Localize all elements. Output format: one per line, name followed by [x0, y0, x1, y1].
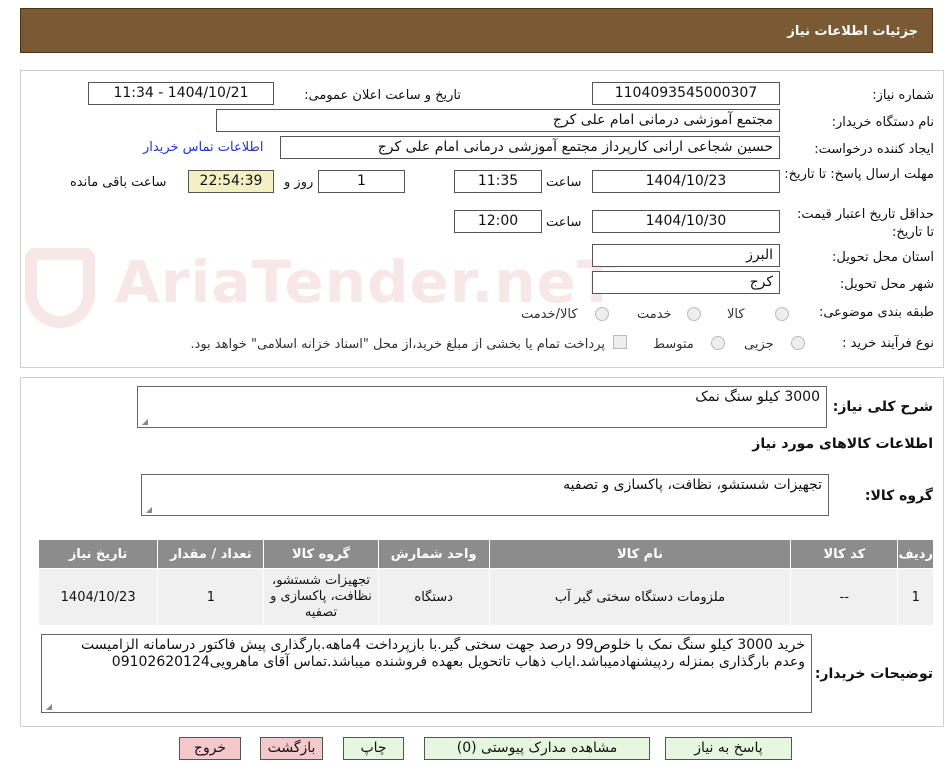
category-goods-label: کالا	[727, 307, 745, 322]
view-attachments-button[interactable]: مشاهده مدارک پیوستی (0)	[424, 737, 650, 760]
creator-field: حسین شجاعی ارانی کارپرداز مجتمع آموزشی د…	[280, 136, 780, 159]
category-service-label: خدمت	[637, 307, 672, 322]
process-medium-radio[interactable]	[711, 336, 725, 350]
treasury-checkbox[interactable]	[613, 335, 627, 349]
page-title: جزئیات اطلاعات نیاز	[787, 24, 918, 39]
process-minor-label: جزیی	[744, 337, 774, 352]
goods-info-title: اطلاعات کالاهای مورد نیاز	[752, 436, 933, 452]
deadline-time-label: ساعت	[546, 175, 582, 190]
watermark-shield-icon	[25, 248, 95, 328]
col-name: نام کالا	[488, 539, 792, 569]
category-goods-radio[interactable]	[775, 307, 789, 321]
goods-group-text: تجهیزات شستشو، نظافت، پاکسازی و تصفیه	[563, 477, 822, 493]
page-header: جزئیات اطلاعات نیاز	[20, 8, 933, 53]
goods-group-textarea[interactable]: تجهیزات شستشو، نظافت، پاکسازی و تصفیه ◢	[141, 474, 829, 516]
goods-table: ردیف کد کالا نام کالا واحد شمارش گروه کا…	[37, 539, 934, 626]
deadline-days-label: روز و	[284, 175, 314, 190]
cell-name: ملزومات دستگاه سختی گیر آب	[488, 568, 792, 626]
deadline-date-field: 1404/10/23	[592, 170, 780, 193]
col-code: کد کالا	[790, 539, 899, 569]
col-row: ردیف	[897, 539, 934, 569]
buyer-contact-link[interactable]: اطلاعات تماس خریدار	[143, 140, 263, 155]
treasury-note: پرداخت تمام یا بخشی از مبلغ خرید،از محل …	[190, 337, 605, 352]
cell-qty: 1	[157, 568, 265, 626]
category-label: طبقه بندی موضوعی:	[818, 305, 934, 320]
cell-group: تجهیزات شستشو، نظافت، پاکسازی و تصفیه	[263, 568, 379, 626]
creator-label: ایجاد کننده درخواست:	[814, 142, 934, 157]
buyer-field: مجتمع آموزشی درمانی امام علی کرج	[216, 109, 780, 132]
validity-label: حداقل تاریخ اعتبار قیمت: تا تاریخ:	[796, 207, 934, 240]
col-group: گروه کالا	[263, 539, 379, 569]
resize-grip-icon[interactable]: ◢	[140, 418, 148, 426]
need-number-field: 1104093545000307	[592, 82, 780, 105]
cell-row: 1	[897, 568, 934, 626]
resize-grip-icon[interactable]: ◢	[44, 703, 52, 711]
validity-time-field: 12:00	[454, 210, 542, 233]
buyer-label: نام دستگاه خریدار:	[831, 115, 934, 130]
deadline-label: مهلت ارسال پاسخ: تا تاریخ:	[784, 167, 934, 182]
exit-button[interactable]: خروج	[179, 737, 241, 760]
cell-code: --	[790, 568, 899, 626]
buyer-notes-label: توضیحات خریدار:	[814, 666, 933, 682]
province-label: استان محل تحویل:	[832, 250, 934, 265]
validity-date-field: 1404/10/30	[592, 210, 780, 233]
announce-label: تاریخ و ساعت اعلان عمومی:	[304, 88, 461, 103]
process-minor-radio[interactable]	[791, 336, 805, 350]
category-service-radio[interactable]	[687, 307, 701, 321]
process-label: نوع فرآیند خرید :	[842, 336, 934, 351]
remaining-time-label: ساعت باقی مانده	[70, 175, 167, 190]
col-qty: تعداد / مقدار	[157, 539, 265, 569]
summary-text: 3000 کیلو سنگ نمک	[695, 389, 820, 405]
process-medium-label: متوسط	[653, 337, 694, 352]
announce-field: 1404/10/21 - 11:34	[88, 82, 274, 105]
summary-label: شرح کلی نیاز:	[832, 399, 933, 415]
city-label: شهر محل تحویل:	[839, 277, 934, 292]
deadline-days-field: 1	[318, 170, 405, 193]
cell-date: 1404/10/23	[37, 568, 159, 626]
province-field: البرز	[592, 244, 780, 267]
need-number-label: شماره نیاز:	[872, 88, 934, 103]
watermark: AriaTender.neT	[115, 248, 618, 316]
back-button[interactable]: بازگشت	[260, 737, 323, 760]
resize-grip-icon[interactable]: ◢	[144, 506, 152, 514]
col-date: تاریخ نیاز	[37, 539, 159, 569]
category-goods-service-label: کالا/خدمت	[521, 307, 578, 322]
reply-button[interactable]: پاسخ به نیاز	[665, 737, 792, 760]
buyer-notes-textarea[interactable]: خرید 3000 کیلو سنگ نمک با خلوص99 درصد جه…	[41, 634, 812, 713]
deadline-time-field: 11:35	[454, 170, 542, 193]
goods-group-label: گروه کالا:	[864, 488, 933, 504]
cell-unit: دستگاه	[377, 568, 490, 626]
col-unit: واحد شمارش	[377, 539, 490, 569]
validity-time-label: ساعت	[546, 215, 582, 230]
summary-textarea[interactable]: 3000 کیلو سنگ نمک ◢	[137, 386, 827, 428]
category-goods-service-radio[interactable]	[595, 307, 609, 321]
city-field: کرج	[592, 271, 780, 294]
table-header-row: ردیف کد کالا نام کالا واحد شمارش گروه کا…	[37, 539, 934, 569]
remaining-time-field: 22:54:39	[188, 170, 274, 193]
buyer-notes-text: خرید 3000 کیلو سنگ نمک با خلوص99 درصد جه…	[81, 637, 805, 670]
table-row: 1 -- ملزومات دستگاه سختی گیر آب دستگاه ت…	[37, 568, 934, 626]
print-button[interactable]: چاپ	[343, 737, 404, 760]
